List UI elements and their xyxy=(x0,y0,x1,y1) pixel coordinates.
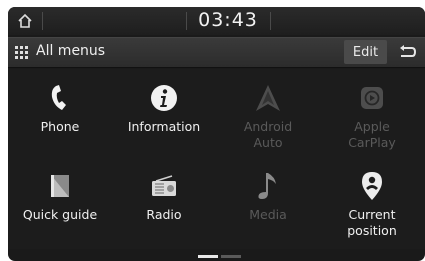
status-bar: 03:43 xyxy=(8,7,425,35)
tile-android-auto[interactable]: Android Auto xyxy=(216,69,320,157)
back-arrow-icon xyxy=(400,45,417,57)
tile-information[interactable]: Information xyxy=(112,69,216,157)
menu-grid: Phone Information Android Auto Apple Car… xyxy=(8,69,425,249)
tile-label: Current position xyxy=(347,207,397,238)
back-button[interactable] xyxy=(391,40,423,64)
tile-label: Android Auto xyxy=(243,119,293,150)
tile-apple-carplay[interactable]: Apple CarPlay xyxy=(320,69,424,157)
divider xyxy=(42,12,43,30)
menu-header: All menus Edit xyxy=(8,37,425,68)
clock: 03:43 xyxy=(198,9,258,31)
location-pin-icon xyxy=(362,172,382,200)
tile-current-position[interactable]: Current position xyxy=(320,157,424,245)
tile-label: Apple CarPlay xyxy=(348,119,396,150)
tile-radio[interactable]: Radio xyxy=(112,157,216,245)
android-auto-icon xyxy=(256,85,280,111)
grid-menu-icon xyxy=(15,46,28,59)
tile-label: Information xyxy=(127,119,201,134)
tile-media[interactable]: Media xyxy=(216,157,320,245)
tile-label: Media xyxy=(249,207,287,222)
info-icon xyxy=(151,85,177,111)
tile-label: Radio xyxy=(146,207,182,222)
head-unit-screen: 03:43 All menus Edit Phone Information A… xyxy=(8,7,425,261)
home-button[interactable] xyxy=(14,11,36,31)
edit-button[interactable]: Edit xyxy=(344,40,387,64)
page-indicator-active xyxy=(198,255,218,258)
tile-label: Phone xyxy=(40,119,80,134)
page-indicator-inactive xyxy=(221,255,241,258)
home-icon xyxy=(18,13,32,28)
radio-icon xyxy=(152,175,176,196)
tile-phone[interactable]: Phone xyxy=(8,69,112,157)
tile-label: Quick guide xyxy=(22,207,98,222)
divider xyxy=(270,12,271,30)
tile-quick-guide[interactable]: Quick guide xyxy=(8,157,112,245)
phone-icon xyxy=(51,85,66,110)
book-icon xyxy=(51,175,69,197)
page-title: All menus xyxy=(36,43,106,59)
carplay-icon xyxy=(361,87,383,109)
music-note-icon xyxy=(258,173,276,199)
